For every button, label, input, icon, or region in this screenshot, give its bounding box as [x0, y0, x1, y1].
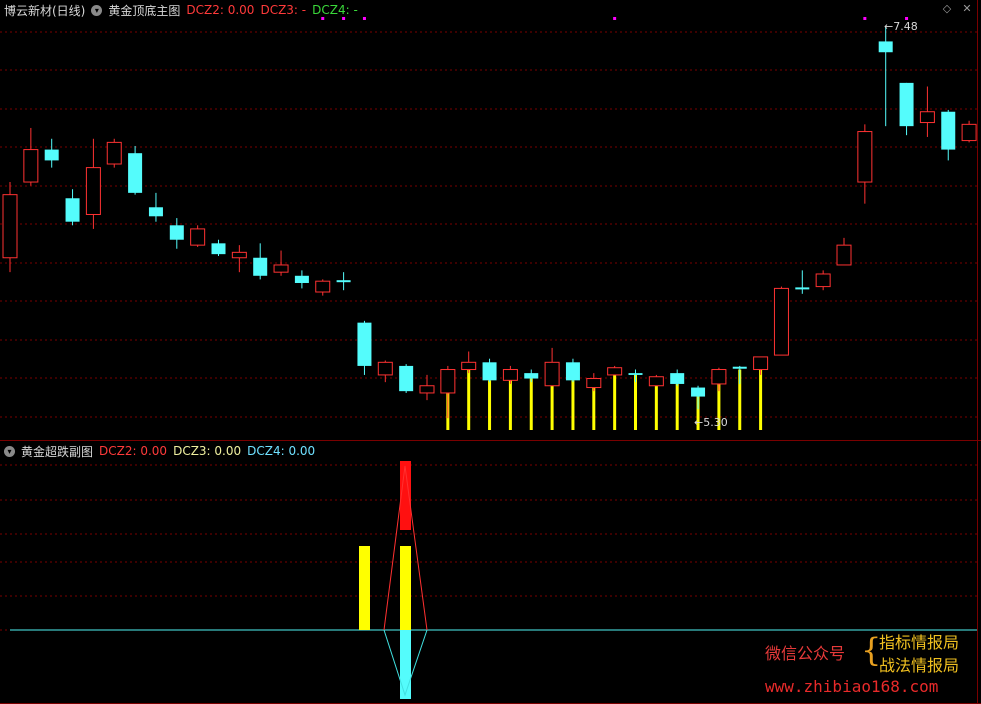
candle-body: [899, 82, 914, 127]
candle-body: [231, 251, 247, 259]
candle-body: [23, 149, 39, 183]
signal-bar: [529, 378, 533, 430]
candle-body: [753, 356, 769, 371]
candle-body: [294, 275, 309, 283]
sub-dcz4-value: DCZ4: 0.00: [247, 444, 316, 458]
signal-bar: [508, 380, 512, 430]
candle-body: [128, 153, 143, 193]
candle-body: [44, 149, 59, 161]
stock-name: 博云新材(日线): [4, 3, 86, 18]
watermark: 微信公众号 { 指标情报局 战法情报局 www.zhibiao168.com: [751, 631, 971, 704]
sub-indicator-name[interactable]: 黄金超跌副图: [21, 443, 93, 460]
signal-bar: [613, 374, 617, 430]
main-chart-pane[interactable]: 博云新材(日线) ▾ 黄金顶底主图 DCZ2: 0.00 DCZ3: - DCZ…: [0, 0, 981, 441]
candle-body: [711, 369, 727, 385]
watermark-wechat: 微信公众号: [765, 644, 846, 663]
candle-body: [169, 225, 184, 240]
watermark-line2: 战法情报局: [879, 656, 960, 675]
candle-body: [482, 362, 497, 381]
sub-header: ▾ 黄金超跌副图 DCZ2: 0.00 DCZ3: 0.00 DCZ4: 0.0…: [4, 443, 315, 459]
low-price-label: ←5.30: [694, 416, 728, 429]
candle-body: [377, 361, 393, 376]
indicator-menu-icon[interactable]: ▾: [91, 4, 103, 16]
candle-body: [65, 198, 80, 222]
low-price-value: 5.30: [703, 416, 728, 429]
signal-bar: [550, 385, 554, 430]
candle-body: [565, 362, 580, 381]
candle-body: [419, 385, 435, 394]
candle-body: [815, 273, 831, 288]
watermark-line1: 指标情报局: [879, 633, 960, 652]
main-indicator-name[interactable]: 黄金顶底主图: [108, 2, 180, 19]
candle-body: [106, 141, 122, 165]
candle-body: [315, 280, 331, 293]
candle-body: [628, 373, 643, 375]
close-icon[interactable]: ✕: [961, 3, 973, 15]
main-header: 博云新材(日线) ▾ 黄金顶底主图 DCZ2: 0.00 DCZ3: - DCZ…: [4, 2, 358, 18]
candle-body: [691, 387, 706, 397]
signal-bar: [467, 369, 471, 430]
signal-dot: [863, 17, 867, 20]
candle-body: [211, 243, 226, 255]
candle-body: [2, 194, 18, 259]
candle-body: [190, 228, 206, 246]
sub-dcz2-value: DCZ2: 0.00: [99, 444, 168, 458]
candle-body: [878, 41, 893, 53]
candle-body: [773, 287, 789, 356]
candle-body: [148, 207, 163, 217]
candle-body: [524, 373, 539, 379]
candle-body: [941, 111, 956, 150]
candle-body: [399, 365, 414, 392]
watermark-url: www.zhibiao168.com: [765, 677, 939, 696]
dcz3-bar: [400, 546, 411, 630]
signal-bar: [571, 380, 575, 430]
candle-body: [253, 257, 268, 276]
signal-dot: [613, 17, 617, 20]
signal-bar: [654, 385, 658, 430]
high-price-label: ←7.48: [884, 20, 918, 33]
candle-body: [919, 111, 935, 124]
signal-bar: [592, 387, 596, 430]
main-dcz4-value: DCZ4: -: [312, 3, 358, 17]
candle-body: [607, 367, 623, 376]
candle-body: [440, 369, 456, 394]
candle-body: [961, 123, 977, 142]
dcz4-bar: [400, 630, 411, 699]
sub-indicator-menu-icon[interactable]: ▾: [4, 445, 15, 457]
high-price-value: 7.48: [893, 20, 918, 33]
signal-bar: [488, 380, 492, 430]
dcz3-bar: [359, 546, 370, 630]
candle-body: [857, 131, 873, 183]
candle-body: [586, 378, 602, 389]
maximize-diamond-icon[interactable]: ◇: [941, 3, 953, 15]
candle-body: [357, 322, 372, 366]
candle-body: [85, 167, 101, 215]
signal-bar: [634, 374, 637, 430]
signal-dot: [362, 17, 366, 20]
candle-body: [836, 244, 852, 266]
candle-body: [502, 369, 518, 381]
main-dcz2-value: DCZ2: 0.00: [186, 3, 255, 17]
signal-bar: [675, 383, 679, 430]
main-dcz3-value: DCZ3: -: [260, 3, 307, 17]
candle-body: [648, 376, 664, 387]
signal-bar: [759, 369, 763, 430]
candle-body: [461, 361, 477, 371]
candle-body: [670, 373, 685, 384]
sub-dcz3-value: DCZ3: 0.00: [173, 444, 242, 458]
candle-body: [273, 264, 289, 273]
candle-body: [544, 361, 560, 387]
main-candle-chart[interactable]: [0, 0, 981, 440]
